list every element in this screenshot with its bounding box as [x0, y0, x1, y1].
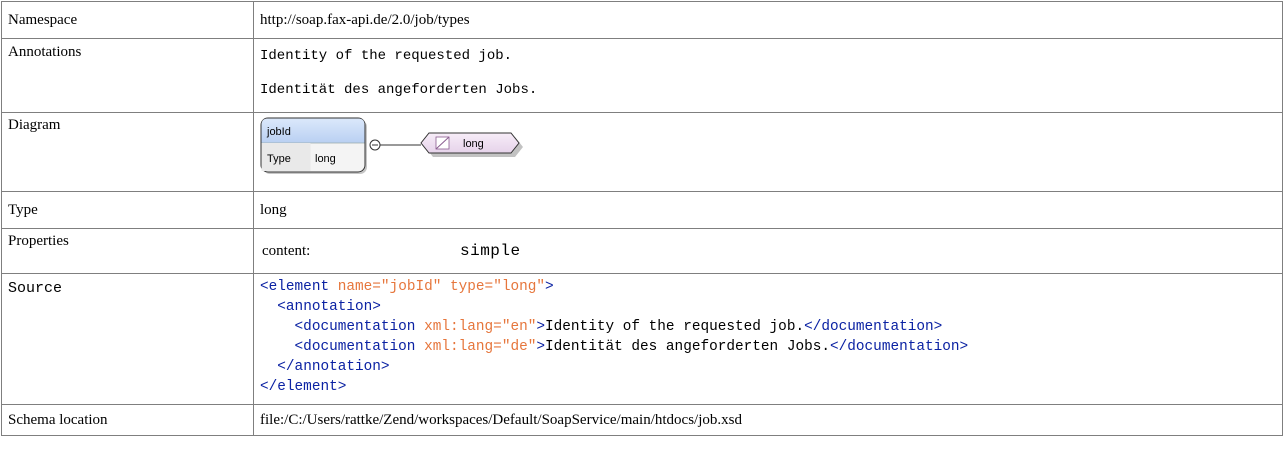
row-source: Source <element name="jobId" type="long"…	[1, 273, 1283, 405]
schema-diagram: jobId Type long long	[260, 117, 523, 174]
type-label: Type	[1, 191, 254, 229]
properties-label: Properties	[1, 228, 254, 274]
annotations-value: Identity of the requested job. Identität…	[253, 38, 1283, 113]
source-code: <element name="jobId" type="long"> <anno…	[260, 279, 969, 395]
simple-type-long[interactable]: long	[420, 132, 523, 157]
annotation-de: Identität des angeforderten Jobs.	[260, 82, 538, 98]
property-content: content: simple	[260, 229, 1276, 273]
diagram: jobId Type long long	[260, 113, 1276, 180]
namespace-value: http://soap.fax-api.de/2.0/job/types	[253, 1, 1283, 39]
row-annotations: Annotations Identity of the requested jo…	[1, 38, 1283, 113]
simple-type-name: long	[463, 138, 484, 150]
element-name: jobId	[266, 126, 291, 138]
source-cell: <element name="jobId" type="long"> <anno…	[253, 273, 1283, 405]
source-label: Source	[1, 273, 254, 405]
row-diagram: Diagram jobId Type long long	[1, 112, 1283, 192]
row-namespace: Namespace http://soap.fax-api.de/2.0/job…	[1, 1, 1283, 39]
properties-table: Namespace http://soap.fax-api.de/2.0/job…	[1, 1, 1283, 436]
element-type-label: Type	[267, 153, 291, 165]
row-schema-location: Schema location file:/C:/Users/rattke/Ze…	[1, 404, 1283, 436]
element-box-jobid[interactable]: jobId Type long	[260, 117, 367, 174]
diagram-cell: jobId Type long long	[253, 112, 1283, 192]
simple-type-icon	[435, 136, 450, 150]
row-properties: Properties content: simple	[1, 228, 1283, 274]
properties-cell: content: simple	[253, 228, 1283, 274]
annotations-label: Annotations	[1, 38, 254, 113]
annotation-en: Identity of the requested job.	[260, 48, 513, 64]
element-type-value: long	[315, 153, 336, 165]
row-type: Type long	[1, 191, 1283, 229]
namespace-label: Namespace	[1, 1, 254, 39]
schema-location-value: file:/C:/Users/rattke/Zend/workspaces/De…	[253, 404, 1283, 436]
content-value: simple	[460, 242, 521, 260]
type-value: long	[253, 191, 1283, 229]
minus-circle-icon[interactable]	[369, 139, 381, 151]
diagram-label: Diagram	[1, 112, 254, 192]
content-label: content:	[262, 242, 311, 259]
schema-location-label: Schema location	[1, 404, 254, 436]
